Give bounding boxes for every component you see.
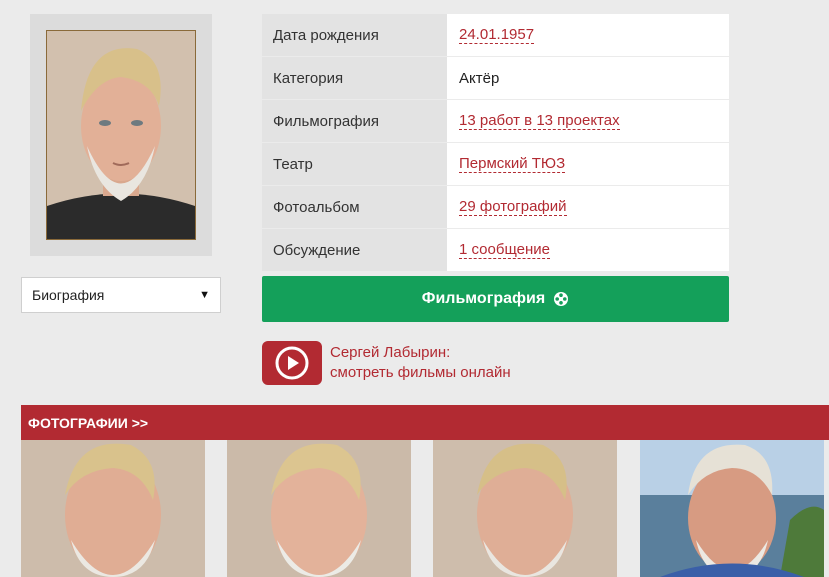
info-label: Фильмография — [262, 100, 447, 142]
discussion-link[interactable]: 1 сообщение — [459, 241, 550, 259]
info-row-filmography: Фильмография 13 работ в 13 проектах — [262, 100, 729, 143]
info-row-photoalbum: Фотоальбом 29 фотографий — [262, 186, 729, 229]
info-label: Театр — [262, 143, 447, 185]
watch-online-block: Сергей Лабырин: смотреть фильмы онлайн — [262, 341, 511, 385]
watch-online-line2: смотреть фильмы онлайн — [330, 364, 511, 381]
chevron-down-icon: ▼ — [199, 289, 210, 301]
play-icon — [275, 346, 309, 380]
photo-thumbnail[interactable] — [21, 440, 205, 577]
info-row-category: Категория Актёр — [262, 57, 729, 100]
filmography-button[interactable]: Фильмография — [262, 276, 729, 322]
photo-thumbnail[interactable] — [227, 440, 411, 577]
watch-online-line1: Сергей Лабырин: — [330, 344, 451, 361]
film-reel-icon — [553, 291, 569, 307]
watch-online-link[interactable]: Сергей Лабырин: смотреть фильмы онлайн — [330, 343, 511, 383]
birthdate-link[interactable]: 24.01.1957 — [459, 26, 535, 44]
info-label: Обсуждение — [262, 229, 447, 271]
theatre-link[interactable]: Пермский ТЮЗ — [459, 155, 566, 173]
info-row-theatre: Театр Пермский ТЮЗ — [262, 143, 729, 186]
photo-thumbnail[interactable] — [433, 440, 617, 577]
info-row-birthdate: Дата рождения 24.01.1957 — [262, 14, 729, 57]
play-button[interactable] — [262, 341, 322, 385]
info-label: Фотоальбом — [262, 186, 447, 228]
filmography-link[interactable]: 13 работ в 13 проектах — [459, 112, 620, 130]
category-value: Актёр — [447, 57, 729, 99]
actor-portrait[interactable] — [46, 30, 196, 240]
photoalbum-link[interactable]: 29 фотографий — [459, 198, 567, 216]
filmography-button-label: Фильмография — [421, 290, 546, 307]
biography-select[interactable]: Биография ▼ — [21, 277, 221, 313]
info-label: Категория — [262, 57, 447, 99]
info-row-discussion: Обсуждение 1 сообщение — [262, 229, 729, 271]
photos-header[interactable]: ФОТОГРАФИИ >> — [21, 405, 829, 440]
portrait-image — [47, 31, 195, 239]
info-table: Дата рождения 24.01.1957 Категория Актёр… — [262, 14, 729, 271]
biography-select-value: Биография — [32, 287, 105, 303]
photo-thumbnail[interactable] — [640, 440, 824, 577]
portrait-frame — [30, 14, 212, 256]
info-label: Дата рождения — [262, 14, 447, 56]
